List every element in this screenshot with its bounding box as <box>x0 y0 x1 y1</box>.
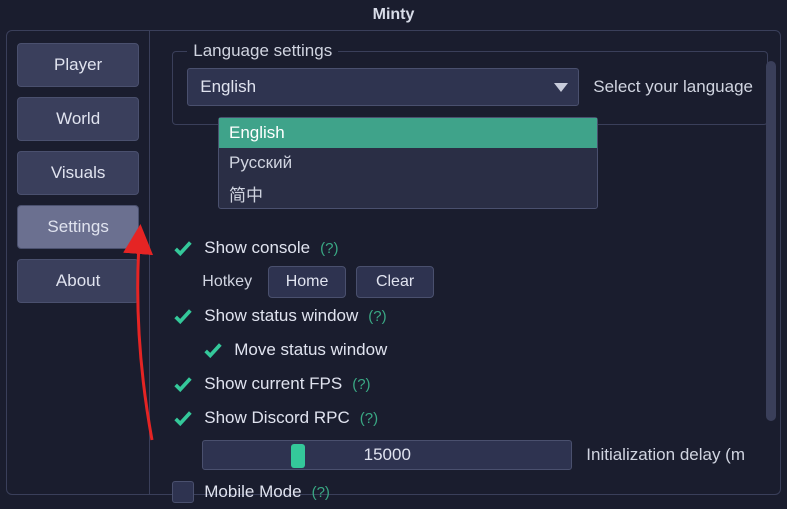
hotkey-button[interactable]: Home <box>268 266 346 298</box>
init-delay-value: 15000 <box>364 445 411 465</box>
move-status-checkbox[interactable] <box>202 339 224 361</box>
clear-button[interactable]: Clear <box>356 266 434 298</box>
hint-icon[interactable]: (?) <box>312 484 330 501</box>
init-delay-slider[interactable]: 15000 <box>202 440 572 470</box>
hint-icon[interactable]: (?) <box>360 410 378 427</box>
language-fieldset: Language settings English Select your la… <box>172 51 768 125</box>
language-dropdown: English Русский 简中 <box>218 117 598 209</box>
init-delay-label: Initialization delay (m <box>586 445 745 465</box>
chevron-down-icon <box>554 83 568 92</box>
hint-icon[interactable]: (?) <box>368 308 386 325</box>
language-label: Select your language <box>593 77 753 97</box>
sidebar-item-player[interactable]: Player <box>17 43 139 87</box>
show-status-checkbox[interactable] <box>172 305 194 327</box>
show-fps-checkbox[interactable] <box>172 373 194 395</box>
sidebar-item-settings[interactable]: Settings <box>17 205 139 249</box>
move-status-label: Move status window <box>234 340 387 360</box>
language-option-russian[interactable]: Русский <box>219 148 597 178</box>
sidebar: Player World Visuals Settings About <box>7 31 150 494</box>
sidebar-item-world[interactable]: World <box>17 97 139 141</box>
scrollbar[interactable] <box>766 61 776 421</box>
sidebar-item-about[interactable]: About <box>17 259 139 303</box>
hint-icon[interactable]: (?) <box>352 376 370 393</box>
main-panel: Language settings English Select your la… <box>150 31 780 494</box>
mobile-mode-label: Mobile Mode <box>204 482 301 502</box>
slider-handle[interactable] <box>291 444 305 468</box>
language-option-chinese[interactable]: 简中 <box>219 178 597 208</box>
hotkey-label: Hotkey <box>202 273 252 291</box>
app-title: Minty <box>373 6 415 24</box>
show-console-label: Show console <box>204 238 310 258</box>
title-bar: Minty <box>0 0 787 30</box>
language-option-english[interactable]: English <box>219 118 597 148</box>
show-rpc-label: Show Discord RPC <box>204 408 350 428</box>
show-status-label: Show status window <box>204 306 358 326</box>
sidebar-item-visuals[interactable]: Visuals <box>17 151 139 195</box>
language-selected: English <box>200 77 256 97</box>
show-console-checkbox[interactable] <box>172 237 194 259</box>
language-select[interactable]: English <box>187 68 579 106</box>
hint-icon[interactable]: (?) <box>320 240 338 257</box>
mobile-mode-checkbox[interactable] <box>172 481 194 503</box>
scrollbar-thumb[interactable] <box>766 61 776 421</box>
show-fps-label: Show current FPS <box>204 374 342 394</box>
show-rpc-checkbox[interactable] <box>172 407 194 429</box>
language-legend: Language settings <box>187 41 338 61</box>
main-window: Player World Visuals Settings About Lang… <box>6 30 781 495</box>
